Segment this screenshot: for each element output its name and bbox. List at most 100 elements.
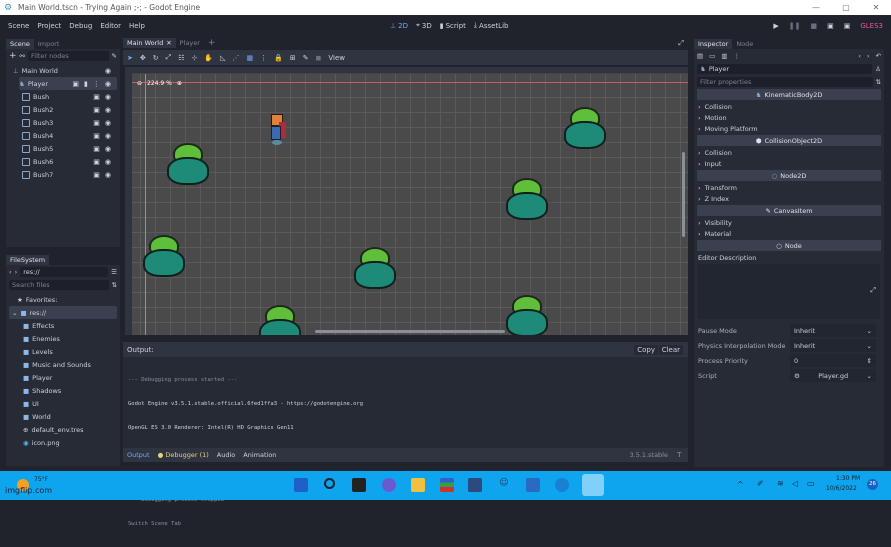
volume-icon[interactable]: ◁ [792,479,798,488]
notification-badge[interactable]: 26 [867,479,878,490]
fs-item[interactable]: ■ World [9,410,117,423]
visibility-icon[interactable]: ◉ [105,145,111,153]
split-view-icon[interactable]: ☰ [111,268,117,276]
player-sprite[interactable] [268,114,288,150]
filter-nodes-input[interactable]: Filter nodes [28,50,109,61]
scene-icon[interactable]: ▣ [93,132,100,140]
start-icon[interactable] [294,478,308,492]
lock-icon[interactable]: 🔒 [274,54,283,62]
property-group[interactable]: › Visibility [694,217,884,228]
bottom-tab-animation[interactable]: Animation [243,451,276,459]
edge-icon[interactable] [555,478,569,492]
play-button[interactable]: ▶ [773,22,778,30]
property-settings-icon[interactable]: ⇅ [876,78,881,86]
visibility-icon[interactable]: ◉ [105,106,111,114]
scene-icon[interactable]: ▣ [93,119,100,127]
scene-icon[interactable]: ▣ [93,93,100,101]
pan-tool-icon[interactable]: ✋ [204,54,213,62]
menu-scene[interactable]: Scene [4,22,33,30]
tree-item-bush[interactable]: Bush ▣ ◉ [22,90,117,103]
menu-editor[interactable]: Editor [96,22,125,30]
object-selector[interactable]: ♞ Player [697,63,873,74]
script-attach-icon[interactable]: ✎ [112,52,117,60]
bush-sprite[interactable] [354,247,396,289]
property-group[interactable]: › Moving Platform [694,123,884,134]
bush-sprite[interactable] [506,178,548,220]
grid-snap-icon[interactable]: ▦ [247,54,254,62]
tree-item-player[interactable]: ♞ Player ▣ ▮ ⋮ ◉ [19,77,117,90]
open-folder-icon[interactable]: ▭ [709,52,715,60]
bottom-tab-audio[interactable]: Audio [217,451,235,459]
select-tool-icon[interactable]: ➤ [127,54,133,62]
clear-button[interactable]: Clear [658,344,683,355]
close-button[interactable]: ✕ [861,0,891,15]
sort-icon[interactable]: ⇅ [112,281,117,289]
store-icon[interactable] [468,478,482,492]
fs-item[interactable]: ■ Levels [9,345,117,358]
bottom-tab-debugger[interactable]: ● Debugger (1) [158,451,209,459]
process-priority-spinbox[interactable]: 0 ⇕ [790,354,876,367]
godot-taskbar-icon[interactable]: ☺ [497,478,511,492]
add-node-icon[interactable]: + [9,51,17,61]
snipping-tool-icon[interactable] [582,474,604,496]
visibility-icon[interactable]: ◉ [105,171,111,179]
workspace-2d[interactable]: ⊥ 2D [390,22,408,30]
snap-options-icon[interactable]: ⋮ [260,54,267,62]
horizontal-scrollbar[interactable] [315,330,505,333]
property-group[interactable]: › Z Index [694,193,884,204]
fs-item[interactable]: ■ UI [9,397,117,410]
group-icon[interactable]: ⊞ [290,54,296,62]
forward-icon[interactable]: › [15,268,18,276]
pause-button[interactable]: ❚❚ [789,22,801,30]
workspace-script[interactable]: ▮ Script [440,22,466,30]
media-icon[interactable] [526,478,540,492]
link-icon[interactable]: ⚯ [20,52,25,60]
minimize-button[interactable]: — [801,0,831,15]
bush-sprite[interactable] [259,305,301,335]
zoom-in-button[interactable]: ⊕ [177,80,182,87]
move-tool-icon[interactable]: ✥ [140,54,146,62]
search-icon[interactable] [324,478,335,489]
script-resource-picker[interactable]: ⚙ Player.gd ⌄ [790,369,876,382]
bottom-tab-output[interactable]: Output [127,451,150,459]
scene-icon[interactable]: ▣ [72,80,79,88]
close-tab-icon[interactable]: ✕ [166,39,171,47]
tree-item-bush7[interactable]: Bush7 ▣ ◉ [22,168,117,181]
history-back-icon[interactable]: ‹ [858,52,861,60]
favorites-item[interactable]: ★ Favorites: [9,293,117,306]
scale-tool-icon[interactable]: ⤢ [166,53,172,62]
app-grid-icon[interactable] [440,478,454,492]
visibility-icon[interactable]: ◉ [105,93,111,101]
scene-icon[interactable]: ▣ [93,158,100,166]
path-input[interactable]: res:// [20,266,109,277]
workspace-3d[interactable]: ⌖ 3D [416,21,432,30]
back-icon[interactable]: ‹ [9,268,12,276]
tree-item-bush5[interactable]: Bush5 ▣ ◉ [22,142,117,155]
show-hidden-icons[interactable]: ^ [737,480,744,489]
play-custom-scene-icon[interactable]: ▣ [844,22,851,30]
tab-filesystem[interactable]: FileSystem [6,255,50,265]
tab-main-world[interactable]: Main World ✕ [123,38,176,48]
visibility-icon[interactable]: ◉ [105,67,111,75]
fs-item[interactable]: ⊕ default_env.tres [9,423,117,436]
distraction-free-icon[interactable]: ⤢ [678,39,684,48]
new-resource-icon[interactable]: ▤ [697,52,703,60]
tree-item-main-world[interactable]: ⊥ Main World ◉ [9,64,117,77]
editor-description-field[interactable]: ⤢ [698,264,880,319]
view-menu[interactable]: View [328,54,345,62]
expand-icon[interactable]: ⤢ [870,286,876,295]
battery-icon[interactable]: ▭ [807,479,815,488]
script-icon[interactable]: ▮ [84,80,88,88]
property-group[interactable]: › Motion [694,112,884,123]
bone-icon[interactable]: ✎ [303,54,309,62]
visibility-icon[interactable]: ◉ [105,132,111,140]
scene-icon[interactable]: ▣ [93,171,100,179]
bush-sprite[interactable] [143,235,185,277]
fs-item[interactable]: ■ Enemies [9,332,117,345]
chat-icon[interactable] [382,478,396,492]
fs-item[interactable]: ◉ icon.png [9,436,117,449]
property-group[interactable]: › Material [694,228,884,239]
zoom-level[interactable]: 224.9 % [147,80,172,87]
renderer-select[interactable]: GLES3 [860,22,883,30]
bush-sprite[interactable] [564,107,606,149]
